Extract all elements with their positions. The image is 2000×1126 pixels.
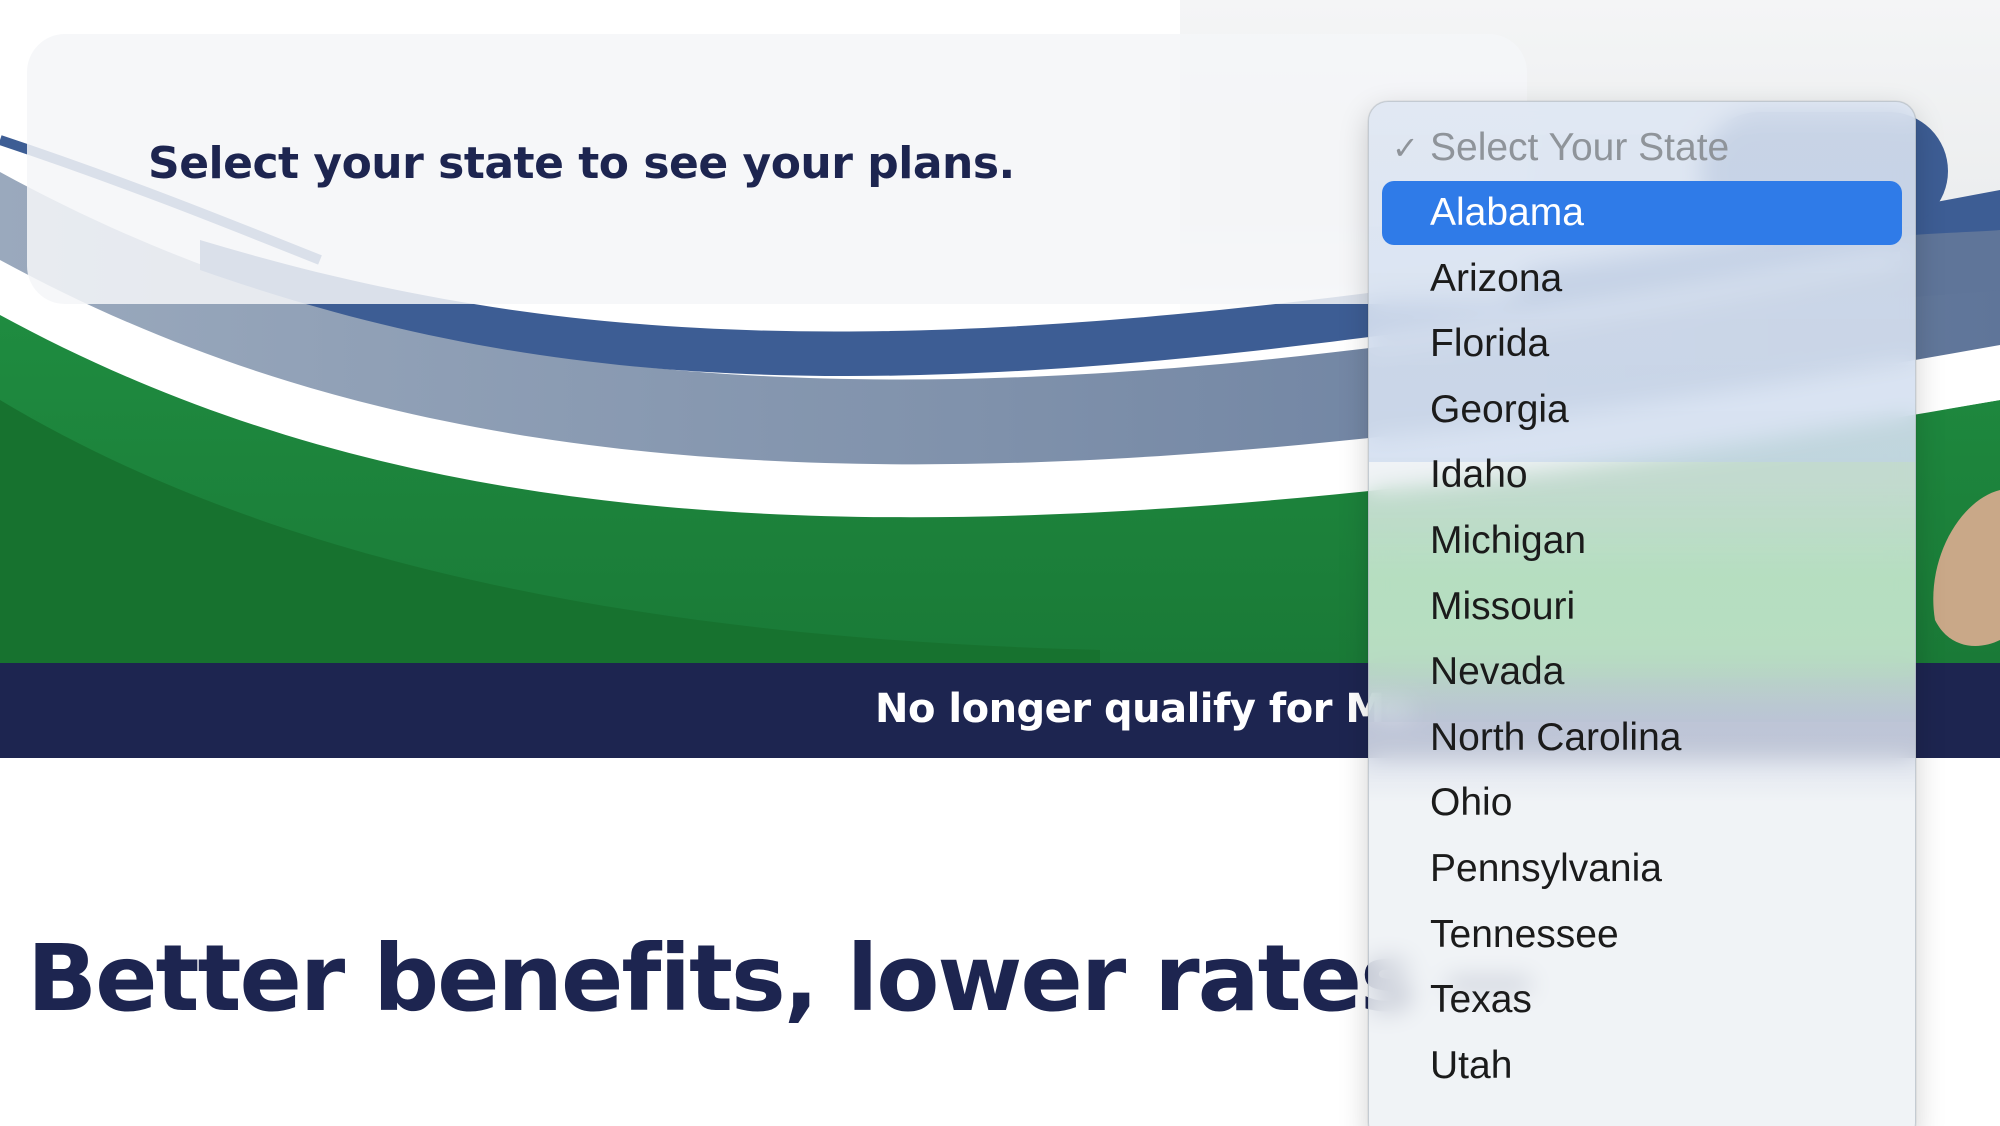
- dropdown-option[interactable]: Tennessee: [1382, 903, 1902, 967]
- dropdown-option[interactable]: North Carolina: [1382, 706, 1902, 770]
- dropdown-option[interactable]: Texas: [1382, 968, 1902, 1032]
- option-label: Florida: [1430, 322, 1550, 366]
- dropdown-option[interactable]: Florida: [1382, 312, 1902, 376]
- dropdown-option[interactable]: Alabama: [1382, 181, 1902, 245]
- option-label: Arizona: [1430, 256, 1563, 300]
- option-label: Georgia: [1430, 387, 1569, 431]
- dropdown-option[interactable]: Arizona: [1382, 247, 1902, 311]
- page-headline: Better benefits, lower rates —: [27, 925, 1535, 1032]
- dropdown-option[interactable]: Missouri: [1382, 575, 1902, 639]
- option-label: North Carolina: [1430, 715, 1682, 759]
- dropdown-option[interactable]: Idaho: [1382, 443, 1902, 507]
- checkmark-icon: ✓: [1392, 130, 1419, 166]
- select-state-prompt: Select your state to see your plans.: [148, 138, 1015, 189]
- option-label: Alabama: [1430, 191, 1584, 234]
- dropdown-option[interactable]: Utah: [1382, 1034, 1902, 1098]
- option-label: Idaho: [1430, 453, 1528, 497]
- dropdown-option[interactable]: Georgia: [1382, 378, 1902, 442]
- banner-text: No longer qualify for Me: [875, 686, 1412, 732]
- option-label: Texas: [1430, 978, 1532, 1022]
- dropdown-option[interactable]: Pennsylvania: [1382, 837, 1902, 901]
- option-label: Missouri: [1430, 584, 1576, 628]
- option-label: Nevada: [1430, 650, 1565, 694]
- option-label: Select Your State: [1430, 126, 1730, 169]
- option-label: Utah: [1430, 1043, 1513, 1087]
- option-label: Ohio: [1430, 781, 1513, 825]
- dropdown-option[interactable]: Michigan: [1382, 509, 1902, 573]
- state-dropdown-menu[interactable]: ✓ Select Your State Alabama Arizona Florid…: [1368, 101, 1916, 1126]
- dropdown-option[interactable]: Nevada: [1382, 640, 1902, 704]
- dropdown-option[interactable]: Ohio: [1382, 771, 1902, 835]
- option-label: Pennsylvania: [1430, 847, 1662, 890]
- option-label: Michigan: [1430, 519, 1587, 562]
- page: Select your state to see your plans. No …: [0, 0, 2000, 1126]
- option-label: Tennessee: [1430, 912, 1619, 956]
- dropdown-placeholder-option[interactable]: ✓ Select Your State: [1382, 116, 1902, 180]
